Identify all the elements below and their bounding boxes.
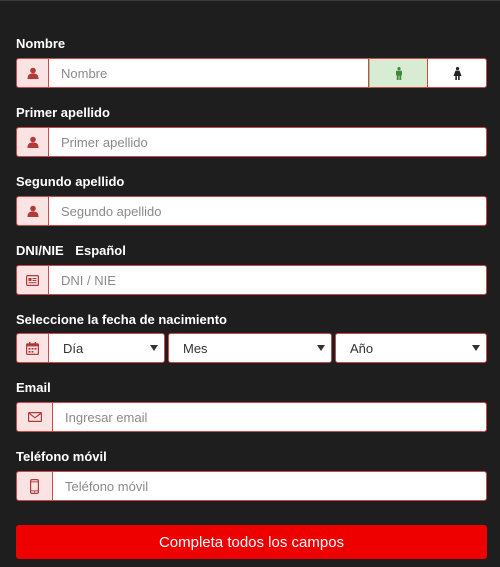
fecha-addon — [16, 333, 48, 363]
primer-apellido-addon — [16, 127, 48, 157]
segundo-apellido-addon — [16, 196, 48, 226]
primer-apellido-group — [16, 127, 487, 157]
registration-form: Nombre Primer apellido Segundo ape — [0, 0, 500, 567]
segundo-apellido-group — [16, 196, 487, 226]
dni-group — [16, 265, 487, 295]
telefono-addon — [16, 471, 52, 501]
user-icon — [27, 205, 39, 217]
male-icon — [395, 66, 403, 80]
segundo-apellido-label: Segundo apellido — [16, 174, 125, 189]
envelope-icon — [27, 412, 42, 422]
year-select-value: Año — [350, 340, 374, 356]
dni-country-link[interactable]: Español — [75, 243, 126, 258]
nombre-label: Nombre — [16, 36, 66, 51]
chevron-down-icon — [150, 345, 158, 351]
telefono-input[interactable] — [52, 471, 487, 501]
day-select[interactable]: Día — [48, 333, 165, 363]
submit-button[interactable]: Completa todos los campos — [16, 525, 487, 559]
year-select[interactable]: Año — [335, 333, 487, 363]
birthdate-group: Día Mes Año — [16, 333, 487, 363]
gender-female-button[interactable] — [428, 58, 487, 88]
email-addon — [16, 402, 52, 432]
month-select[interactable]: Mes — [168, 333, 332, 363]
user-icon — [27, 136, 39, 148]
month-select-value: Mes — [183, 340, 208, 356]
email-label: Email — [16, 380, 51, 395]
dni-addon — [16, 265, 48, 295]
chevron-down-icon — [317, 345, 325, 351]
dni-label: DNI/NIE — [16, 243, 64, 258]
primer-apellido-input[interactable] — [48, 127, 487, 157]
gender-male-button[interactable] — [369, 58, 428, 88]
id-card-icon — [26, 274, 39, 286]
user-icon — [27, 67, 39, 79]
calendar-icon — [26, 341, 39, 355]
telefono-label: Teléfono móvil — [16, 449, 107, 464]
dni-input[interactable] — [48, 265, 487, 295]
email-input[interactable] — [52, 402, 487, 432]
mobile-phone-icon — [30, 478, 39, 494]
nombre-group — [16, 58, 487, 88]
dni-label-row: DNI/NIE Español — [16, 243, 126, 259]
email-group — [16, 402, 487, 432]
primer-apellido-label: Primer apellido — [16, 105, 110, 120]
telefono-group — [16, 471, 487, 501]
chevron-down-icon — [472, 345, 480, 351]
female-icon — [453, 66, 462, 80]
day-select-value: Día — [63, 340, 84, 356]
nombre-input[interactable] — [48, 58, 369, 88]
segundo-apellido-input[interactable] — [48, 196, 487, 226]
nombre-addon — [16, 58, 48, 88]
fecha-label: Seleccione la fecha de nacimiento — [16, 312, 227, 327]
